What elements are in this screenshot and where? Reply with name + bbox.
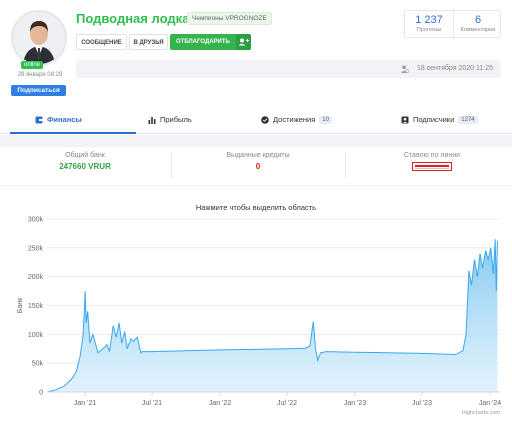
profile-stats: 1 237 Прогнозы 6 Комментарии <box>404 10 501 38</box>
tab-subscribers-label: Подписчики <box>413 115 455 124</box>
bookmaker-line-label: Ставлю по линии <box>403 152 461 159</box>
y-tick-label: 200k <box>28 274 44 281</box>
person-icon <box>13 12 65 64</box>
issued-credits: Выданные кредиты 0 <box>183 152 333 171</box>
comments-count: 6 <box>474 14 482 26</box>
series-area <box>47 239 498 392</box>
issued-credits-label: Выданные кредиты <box>226 152 290 159</box>
last-visit-date: 18 сентября 2020 11:25 <box>416 65 493 72</box>
bar-chart-icon <box>148 116 156 124</box>
subscribers-count: 1274 <box>458 115 478 124</box>
message-button[interactable]: СООБЩЕНИЕ <box>76 34 127 50</box>
user-clock-icon <box>401 65 409 73</box>
chart-credits[interactable]: Highcharts.com <box>462 410 500 416</box>
last-visit-bar: 18 сентября 2020 11:25 <box>76 60 501 78</box>
y-tick-label: 300k <box>28 217 44 224</box>
achievements-count: 10 <box>319 115 332 124</box>
user-card-icon <box>401 116 409 123</box>
bank-area-chart[interactable]: 0 50k 100k 150k 200k 250k 300k Банк Jan '21 Jul '… <box>0 210 512 420</box>
wallet-icon <box>35 116 43 123</box>
x-tick-label: Jan '22 <box>209 400 231 407</box>
check-circle-icon <box>261 115 269 124</box>
x-tick-label: Jul '23 <box>412 400 432 407</box>
avatar[interactable] <box>11 10 67 66</box>
bookmaker-line: Ставлю по линии <box>357 152 507 171</box>
y-tick-label: 50k <box>32 361 44 368</box>
forecasts-stat[interactable]: 1 237 Прогнозы <box>405 14 453 33</box>
section-separator <box>0 135 512 147</box>
y-axis-title: Банк <box>17 297 24 313</box>
tab-profit[interactable]: Прибыль <box>148 115 192 124</box>
thank-button[interactable]: ОТБЛАГОДАРИТЬ <box>170 34 251 50</box>
x-tick-label: Jan '21 <box>74 400 96 407</box>
x-tick-label: Jan '23 <box>344 400 366 407</box>
joined-date: 28 января 08:29 <box>17 72 63 78</box>
thank-button-label: ОТБЛАГОДАРИТЬ <box>176 39 230 45</box>
online-status: online <box>21 61 44 69</box>
tab-achievements-label: Достижения <box>273 115 316 124</box>
avatar-image <box>11 10 67 66</box>
subscribe-button[interactable]: Подписаться <box>11 85 66 96</box>
comments-stat[interactable]: 6 Комментарии <box>454 14 502 33</box>
finance-divider <box>345 152 346 178</box>
total-bank-label: Общий банк <box>65 152 105 159</box>
tab-achievements[interactable]: Достижения 10 <box>261 115 332 124</box>
x-tick-label: Jul '21 <box>142 400 162 407</box>
y-tick-label: 250k <box>28 245 44 252</box>
tab-profit-label: Прибыль <box>160 115 192 124</box>
finance-divider <box>171 152 172 178</box>
tab-finance[interactable]: Финансы <box>35 115 82 124</box>
profile-name: Подводная лодка <box>76 11 190 26</box>
forecasts-label: Прогнозы <box>416 27 442 33</box>
x-tick-label: Jul '22 <box>277 400 297 407</box>
profile-tabs: Финансы Прибыль Достижения 10 Подписчики… <box>0 110 512 134</box>
active-tab-indicator <box>10 132 136 134</box>
x-tick-label: Jan '24 <box>479 400 501 407</box>
y-tick-label: 150k <box>28 303 44 310</box>
champions-badge[interactable]: Чемпионы VPROGNOZE <box>187 12 272 25</box>
tab-subscribers[interactable]: Подписчики 1274 <box>401 115 478 124</box>
y-tick-label: 100k <box>28 332 44 339</box>
y-tick-label: 0 <box>39 390 43 397</box>
bookmaker-logo[interactable] <box>412 162 452 171</box>
add-friend-button[interactable]: В ДРУЗЬЯ <box>129 34 168 50</box>
finance-bottom-line <box>0 185 512 186</box>
add-user-icon <box>236 34 251 50</box>
issued-credits-value: 0 <box>255 162 261 171</box>
total-bank-value: 247660 VRUR <box>59 162 111 171</box>
total-bank: Общий банк 247660 VRUR <box>10 152 160 171</box>
comments-label: Комментарии <box>460 27 496 33</box>
tab-finance-label: Финансы <box>47 115 82 124</box>
profile-page: online 28 января 08:29 Подписаться Подво… <box>0 0 512 424</box>
forecasts-count: 1 237 <box>415 14 443 26</box>
